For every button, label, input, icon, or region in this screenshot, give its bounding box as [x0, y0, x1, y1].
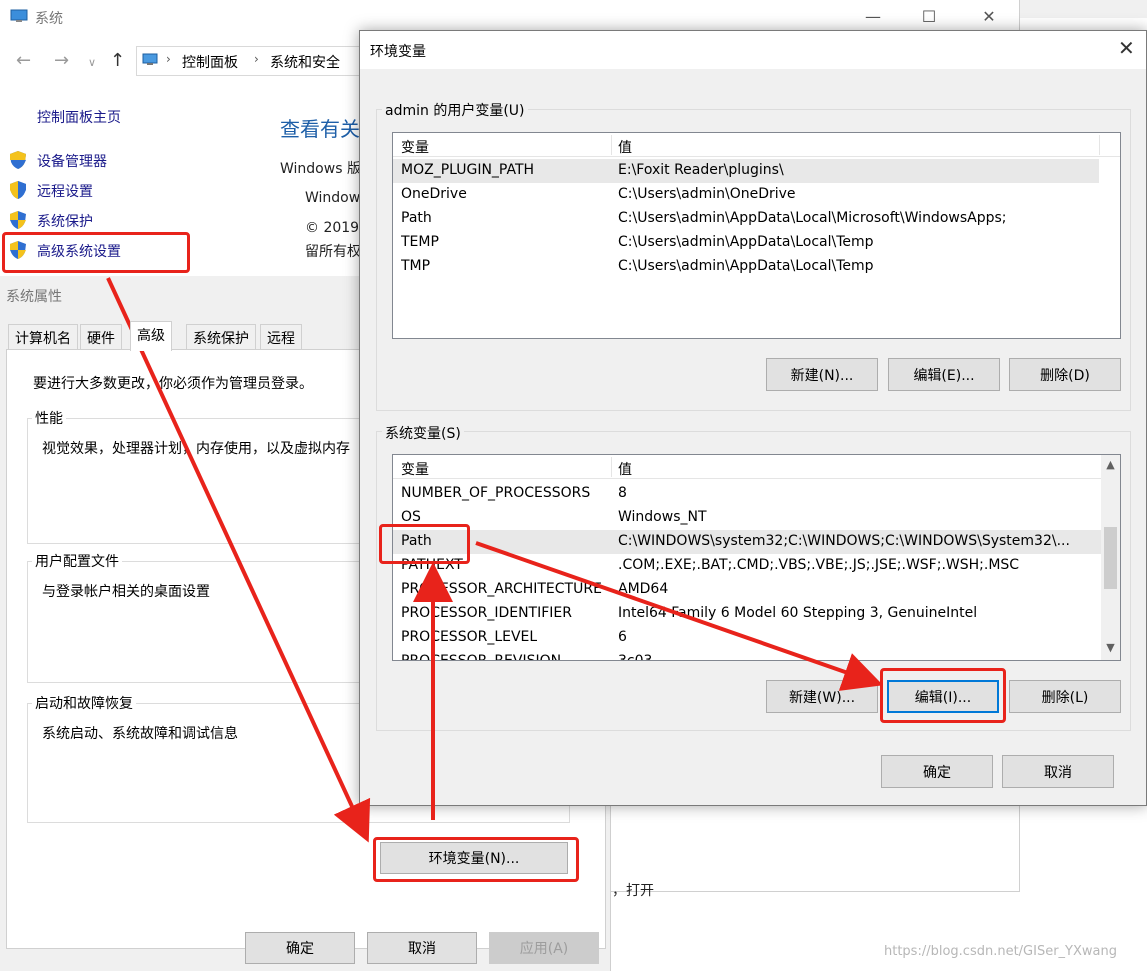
arrow-to-edit-button [475, 541, 884, 691]
tab-advanced[interactable]: 高级 [130, 321, 172, 351]
annotation-arrows [106, 277, 884, 843]
arrow-to-env-button [106, 277, 371, 843]
watermark: https://blog.csdn.net/GISer_YXwang [884, 944, 1117, 959]
